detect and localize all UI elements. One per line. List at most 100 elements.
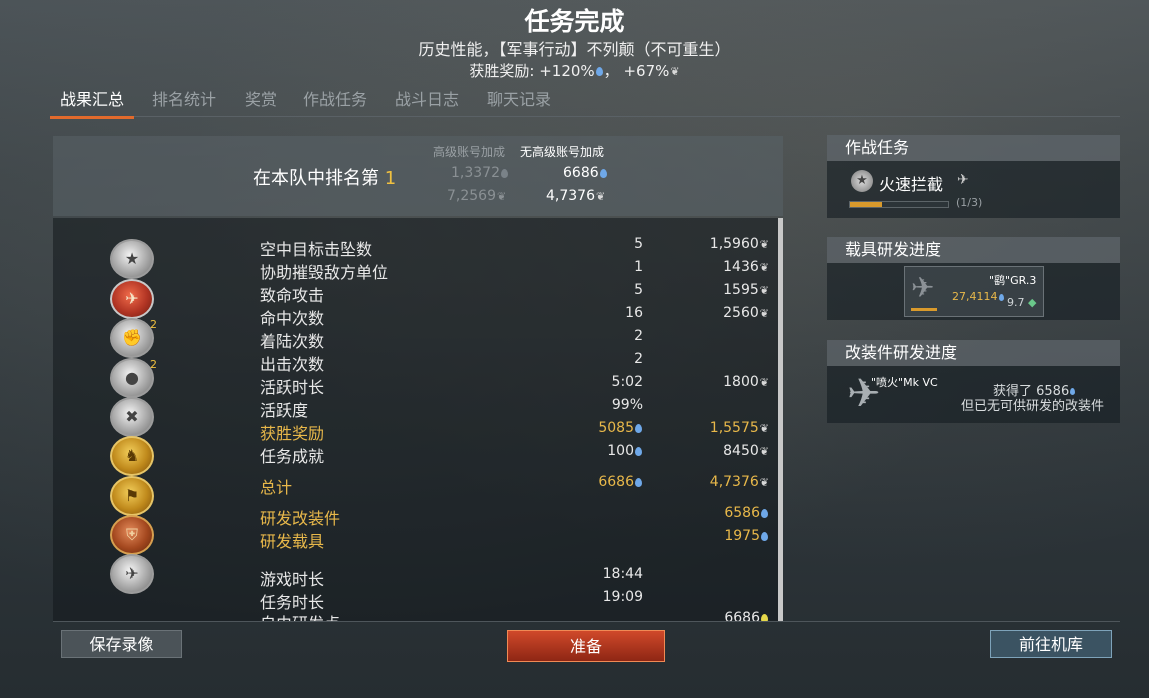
tab-battle-log[interactable]: 战斗日志 — [385, 88, 469, 116]
silver-lion-icon — [595, 67, 603, 76]
vehicle-progress-fill — [911, 308, 937, 311]
task-progress-fill — [850, 202, 883, 207]
victory-reward-line: 获胜奖励: +120% ， +67%❦ — [0, 60, 1149, 81]
stats-scrollbar[interactable] — [778, 218, 783, 622]
stat-count: 2 — [634, 328, 643, 344]
medal-shield-icon: ⛨ — [110, 515, 154, 555]
footer-divider — [53, 621, 1120, 622]
tab-tasks[interactable]: 作战任务 — [293, 88, 377, 116]
tasks-panel: ★ 火速拦截 ✈ (1/3) — [827, 161, 1120, 218]
go-to-hangar-button[interactable]: 前往机库 — [990, 630, 1112, 658]
silver-lion-icon — [599, 168, 607, 178]
mod-vehicle-name: "喷火"Mk VC — [871, 376, 938, 389]
silver-lion-icon — [635, 423, 642, 433]
medal-bomb-icon: ● — [110, 358, 154, 398]
premium-sl-value: 1,3372 — [451, 165, 500, 181]
stat-count: 16 — [625, 305, 643, 321]
stat-row: 获胜奖励 5085 1,5575❦ — [260, 420, 775, 443]
stat-rp: 1436❦ — [723, 259, 769, 275]
research-vehicle-label: 研发载具 — [260, 532, 325, 551]
silver-lion-icon — [501, 168, 508, 178]
stat-rp: 1,5960❦ — [710, 236, 769, 252]
game-time-row: 游戏时长 18:44 — [260, 566, 775, 589]
premium-rp-value: 7,2569 — [447, 188, 496, 204]
research-icon — [1070, 388, 1076, 395]
stat-sl: 100 — [607, 443, 643, 459]
stat-label: 协助摧毁敌方单位 — [260, 263, 389, 282]
total-rp: 4,7376❦ — [710, 474, 769, 490]
tab-summary[interactable]: 战果汇总 — [50, 88, 135, 119]
research-mod-row: 研发改装件 6586 — [260, 505, 775, 528]
base-sl-value: 6686 — [563, 165, 599, 181]
reward-separator: ， — [603, 62, 619, 80]
stat-count: 5 — [634, 236, 643, 252]
vehicle-card[interactable]: ✈ "鹞"GR.3 27,4114 9.7 ◆ — [904, 266, 1044, 317]
total-rp-value: 4,7376 — [709, 474, 759, 490]
research-vehicle-rp: 1975 — [724, 528, 769, 544]
free-research-icon — [761, 613, 768, 621]
research-icon — [998, 293, 1004, 301]
free-rp: 6686 — [724, 610, 769, 621]
medal-star-icon: ★ — [110, 239, 154, 279]
stat-count: 5 — [634, 282, 643, 298]
premium-rp: 7,2569❦ — [447, 188, 506, 204]
stat-row: 活跃度 99% — [260, 397, 775, 420]
tab-chat-log[interactable]: 聊天记录 — [477, 88, 561, 116]
vehicle-br: 9.7 ◆ — [1007, 296, 1036, 309]
mission-subtitle: 历史性能，【军事行动】不列颠（不可重生） — [418, 40, 731, 59]
task-name[interactable]: 火速拦截 — [879, 171, 943, 195]
stat-row: 空中目标击坠数 5 1,5960❦ — [260, 236, 775, 259]
stat-rp: 8450❦ — [723, 443, 769, 459]
research-point-icon: ❦ — [759, 444, 769, 458]
research-point-icon: ❦ — [759, 306, 769, 320]
tab-rewards[interactable]: 奖赏 — [235, 88, 287, 116]
stat-rp: 1595❦ — [723, 282, 769, 298]
medal-count-badge: 2 — [150, 358, 157, 371]
stat-sl-value: 100 — [607, 443, 634, 459]
medal-wings-icon: ⚑ — [110, 476, 154, 516]
save-replay-button[interactable]: 保存录像 — [61, 630, 182, 658]
stat-rp-value: 8450 — [723, 443, 759, 459]
stat-sl-value: 5085 — [598, 420, 634, 436]
stat-row: 任务成就 100 8450❦ — [260, 443, 775, 466]
task-progress-text: (1/3) — [956, 196, 983, 209]
reward-prefix: 获胜奖励: — [469, 62, 535, 80]
team-rank-value: 1 — [384, 168, 397, 189]
total-row: 总计 6686 4,7376❦ — [260, 474, 775, 497]
stat-label: 活跃时长 — [260, 378, 325, 397]
research-point-icon: ❦ — [759, 283, 769, 297]
free-rp-row: 自由研发点 6686 — [260, 610, 775, 621]
vehicle-rp-value: 27,4114 — [952, 290, 998, 303]
stat-rp: 2560❦ — [723, 305, 769, 321]
team-rank-label: 在本队中排名第 — [253, 168, 379, 189]
stat-rp: 1,5575❦ — [710, 420, 769, 436]
stat-label: 活跃度 — [260, 401, 309, 420]
research-point-icon: ❦ — [596, 189, 606, 203]
stat-row: 命中次数 16 2560❦ — [260, 305, 775, 328]
no-premium-header: 无高级账号加成 — [520, 145, 605, 159]
stat-rp-value: 1595 — [723, 282, 759, 298]
tasks-header: 作战任务 — [827, 135, 1120, 161]
free-rp-label: 自由研发点 — [260, 610, 340, 621]
vehicle-research-panel: ✈ "鹞"GR.3 27,4114 9.7 ◆ — [827, 263, 1120, 320]
page-title: 任务完成 — [524, 7, 625, 36]
task-medal-icon: ★ — [851, 170, 873, 192]
total-sl: 6686 — [598, 474, 643, 490]
mission-time-row: 任务时长 19:09 — [260, 589, 775, 612]
research-point-icon: ❦ — [759, 421, 769, 435]
stat-label: 致命攻击 — [260, 286, 325, 305]
stat-rp: 1800❦ — [723, 374, 769, 390]
mod-note: 但已无可供研发的改装件 — [961, 399, 1105, 414]
rank-panel: 高级账号加成 无高级账号加成 在本队中排名第 1 1,3372 6686 7,2… — [53, 136, 783, 216]
base-sl: 6686 — [563, 165, 608, 181]
stat-row: 着陆次数 2 — [260, 328, 775, 351]
medal-fist-icon: ✊ — [110, 318, 154, 358]
medal-aircraft-icon: ✈ — [110, 554, 154, 594]
research-mod-label: 研发改装件 — [260, 509, 341, 528]
ready-button[interactable]: 准备 — [507, 630, 665, 662]
stat-label: 任务成就 — [260, 447, 325, 466]
rank-arrow-icon: ◆ — [1028, 296, 1037, 309]
team-rank: 在本队中排名第 1 — [253, 164, 396, 190]
tab-ranking[interactable]: 排名统计 — [142, 88, 226, 116]
stat-row: 活跃时长 5:02 1800❦ — [260, 374, 775, 397]
